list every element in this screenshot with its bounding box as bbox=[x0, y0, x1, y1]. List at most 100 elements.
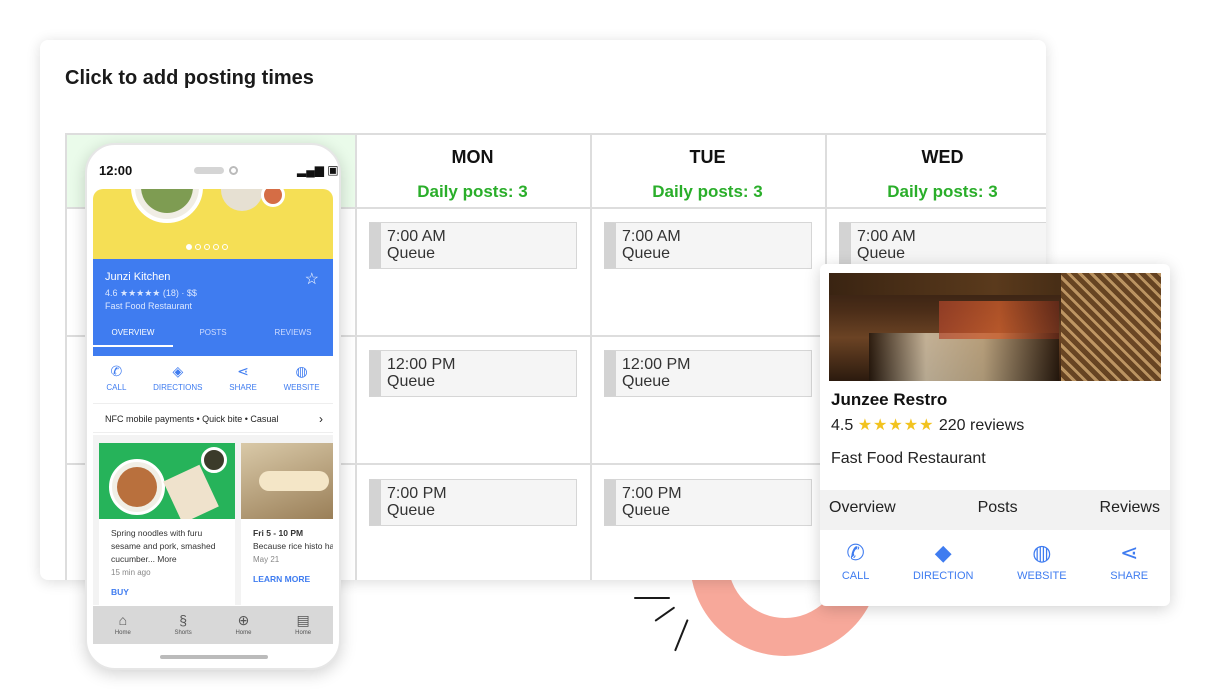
queue-slot[interactable]: 7:00 AM Queue bbox=[839, 222, 1046, 269]
business-attributes[interactable]: NFC mobile payments • Quick bite • Casua… bbox=[93, 403, 333, 433]
directions-button[interactable]: ◈ DIRECTIONS bbox=[153, 363, 202, 392]
add-icon: ⊕ bbox=[237, 612, 250, 628]
website-button[interactable]: ◍ WEBSITE bbox=[1017, 540, 1067, 582]
nav-home[interactable]: ⌂ Home bbox=[115, 612, 131, 644]
action-label: SHARE bbox=[1110, 570, 1149, 582]
shorts-icon: § bbox=[179, 612, 188, 628]
day-header-tue: TUE Daily posts: 3 bbox=[592, 135, 825, 207]
tab-reviews[interactable]: REVIEWS bbox=[253, 328, 333, 347]
globe-icon: ◍ bbox=[295, 363, 308, 379]
restaurant-card: Junzee Restro 4.5 ★★★★★ 220 reviews Fast… bbox=[820, 264, 1170, 606]
home-icon: ⌂ bbox=[118, 612, 128, 628]
business-tabs: OVERVIEW POSTS REVIEWS bbox=[93, 328, 333, 347]
tab-overview[interactable]: Overview bbox=[829, 499, 896, 530]
food-roll-image bbox=[259, 471, 329, 491]
nav-label: Home bbox=[235, 630, 252, 636]
action-label: WEBSITE bbox=[283, 383, 320, 392]
daily-posts-count: Daily posts: 3 bbox=[417, 182, 528, 201]
status-time: 12:00 bbox=[99, 163, 133, 178]
slot-time: 7:00 AM bbox=[857, 228, 916, 245]
business-type: Fast Food Restaurant bbox=[105, 301, 193, 311]
post-text: Because rice histo hasn't grown well bbox=[253, 541, 333, 551]
queue-slot[interactable]: 12:00 PM Queue bbox=[604, 350, 812, 397]
home-indicator bbox=[160, 655, 268, 659]
food-bowl-image bbox=[261, 189, 285, 207]
nav-shorts[interactable]: § Shorts bbox=[174, 612, 191, 644]
post-image bbox=[241, 443, 333, 519]
business-rating: 4.6 ★★★★★ (18) · $$ bbox=[105, 288, 197, 298]
slot-status: Queue bbox=[857, 245, 906, 262]
camera-dot bbox=[229, 166, 238, 175]
nav-library[interactable]: ▤ Home bbox=[295, 612, 311, 644]
bottom-navigation: ⌂ Home § Shorts ⊕ Home ▤ Home bbox=[93, 606, 333, 644]
mural bbox=[939, 301, 1059, 339]
slot-time: 7:00 AM bbox=[387, 228, 446, 245]
restaurant-tabs: Overview Posts Reviews bbox=[820, 490, 1170, 530]
nav-add[interactable]: ⊕ Home bbox=[235, 612, 251, 644]
website-button[interactable]: ◍ WEBSITE bbox=[284, 363, 320, 392]
call-button[interactable]: ✆ CALL bbox=[106, 363, 126, 392]
signal-battery-icon: ▂▄▆ ▣ bbox=[297, 163, 339, 177]
share-icon: ⋖ bbox=[237, 363, 249, 379]
post-text: Spring noodles with furu sesame and pork… bbox=[111, 528, 216, 564]
nav-label: Shorts bbox=[174, 630, 192, 636]
lattice-wall bbox=[1061, 273, 1161, 381]
queue-slot[interactable]: 7:00 AM Queue bbox=[369, 222, 577, 269]
carousel-dots bbox=[186, 244, 228, 250]
review-count[interactable]: 220 reviews bbox=[939, 417, 1024, 434]
post-image bbox=[99, 443, 235, 519]
queue-slot[interactable]: 7:00 AM Queue bbox=[604, 222, 812, 269]
decorative-spark bbox=[634, 597, 670, 599]
decorative-spark bbox=[674, 619, 689, 652]
posts-carousel: Spring noodles with furu sesame and pork… bbox=[93, 435, 333, 605]
action-label: CALL bbox=[841, 570, 870, 582]
post-card[interactable]: Spring noodles with furu sesame and pork… bbox=[99, 443, 235, 605]
nav-label: Home bbox=[114, 630, 131, 636]
day-header-wed: WED Daily posts: 3 bbox=[827, 135, 1046, 207]
queue-slot[interactable]: 7:00 PM Queue bbox=[604, 479, 812, 526]
post-card[interactable]: Fri 5 - 10 PM Because rice histo hasn't … bbox=[241, 443, 333, 605]
direction-button[interactable]: ◆ DIRECTION bbox=[913, 540, 974, 582]
queue-slot[interactable]: 12:00 PM Queue bbox=[369, 350, 577, 397]
learn-more-link[interactable]: LEARN MORE bbox=[241, 574, 333, 584]
panel-title: Click to add posting times bbox=[65, 67, 314, 89]
food-bowl-image bbox=[117, 467, 157, 507]
share-icon: ⋖ bbox=[1119, 540, 1139, 565]
rating-value: 4.5 bbox=[831, 417, 854, 434]
share-button[interactable]: ⋖ SHARE bbox=[1110, 540, 1148, 582]
star-outline-icon[interactable]: ☆ bbox=[305, 269, 319, 289]
action-label: WEBSITE bbox=[1017, 570, 1067, 582]
call-button[interactable]: ✆ CALL bbox=[842, 540, 870, 582]
slot-status: Queue bbox=[387, 502, 436, 519]
phone-mockup: 12:00 ▂▄▆ ▣ Junzi Kitchen 4.6 ★★★★★ (18)… bbox=[85, 143, 341, 670]
phone-icon: ✆ bbox=[846, 540, 865, 565]
action-label: DIRECTIONS bbox=[153, 383, 203, 392]
restaurant-type: Fast Food Restaurant bbox=[831, 450, 986, 467]
slot-time: 7:00 PM bbox=[622, 485, 682, 502]
buy-link[interactable]: BUY bbox=[99, 587, 235, 597]
slot-status: Queue bbox=[622, 502, 671, 519]
phone-icon: ✆ bbox=[110, 363, 123, 379]
tab-posts[interactable]: POSTS bbox=[173, 328, 253, 347]
directions-icon: ◈ bbox=[172, 363, 184, 379]
globe-icon: ◍ bbox=[1032, 540, 1052, 565]
daily-posts-count: Daily posts: 3 bbox=[652, 182, 763, 201]
share-button[interactable]: ⋖ SHARE bbox=[229, 363, 257, 392]
day-header-mon: MON Daily posts: 3 bbox=[357, 135, 590, 207]
phone-notch bbox=[194, 167, 224, 174]
food-bowl-image bbox=[221, 189, 263, 211]
rating-stars: ★★★★★ bbox=[857, 417, 935, 434]
slot-time: 7:00 AM bbox=[622, 228, 681, 245]
business-actions: ✆ CALL ◈ DIRECTIONS ⋖ SHARE ◍ WEBSITE bbox=[93, 363, 333, 392]
tab-reviews[interactable]: Reviews bbox=[1100, 499, 1160, 530]
chevron-right-icon: › bbox=[319, 412, 323, 426]
slot-time: 12:00 PM bbox=[387, 356, 456, 373]
direction-icon: ◆ bbox=[934, 540, 952, 565]
library-icon: ▤ bbox=[296, 612, 310, 628]
queue-slot[interactable]: 7:00 PM Queue bbox=[369, 479, 577, 526]
tab-posts[interactable]: Posts bbox=[978, 499, 1018, 530]
tab-overview[interactable]: OVERVIEW bbox=[93, 328, 173, 347]
business-header: Junzi Kitchen 4.6 ★★★★★ (18) · $$ Fast F… bbox=[93, 259, 333, 356]
day-name: MON bbox=[451, 147, 494, 167]
stage: Click to add posting times MON Daily pos… bbox=[0, 0, 1214, 691]
